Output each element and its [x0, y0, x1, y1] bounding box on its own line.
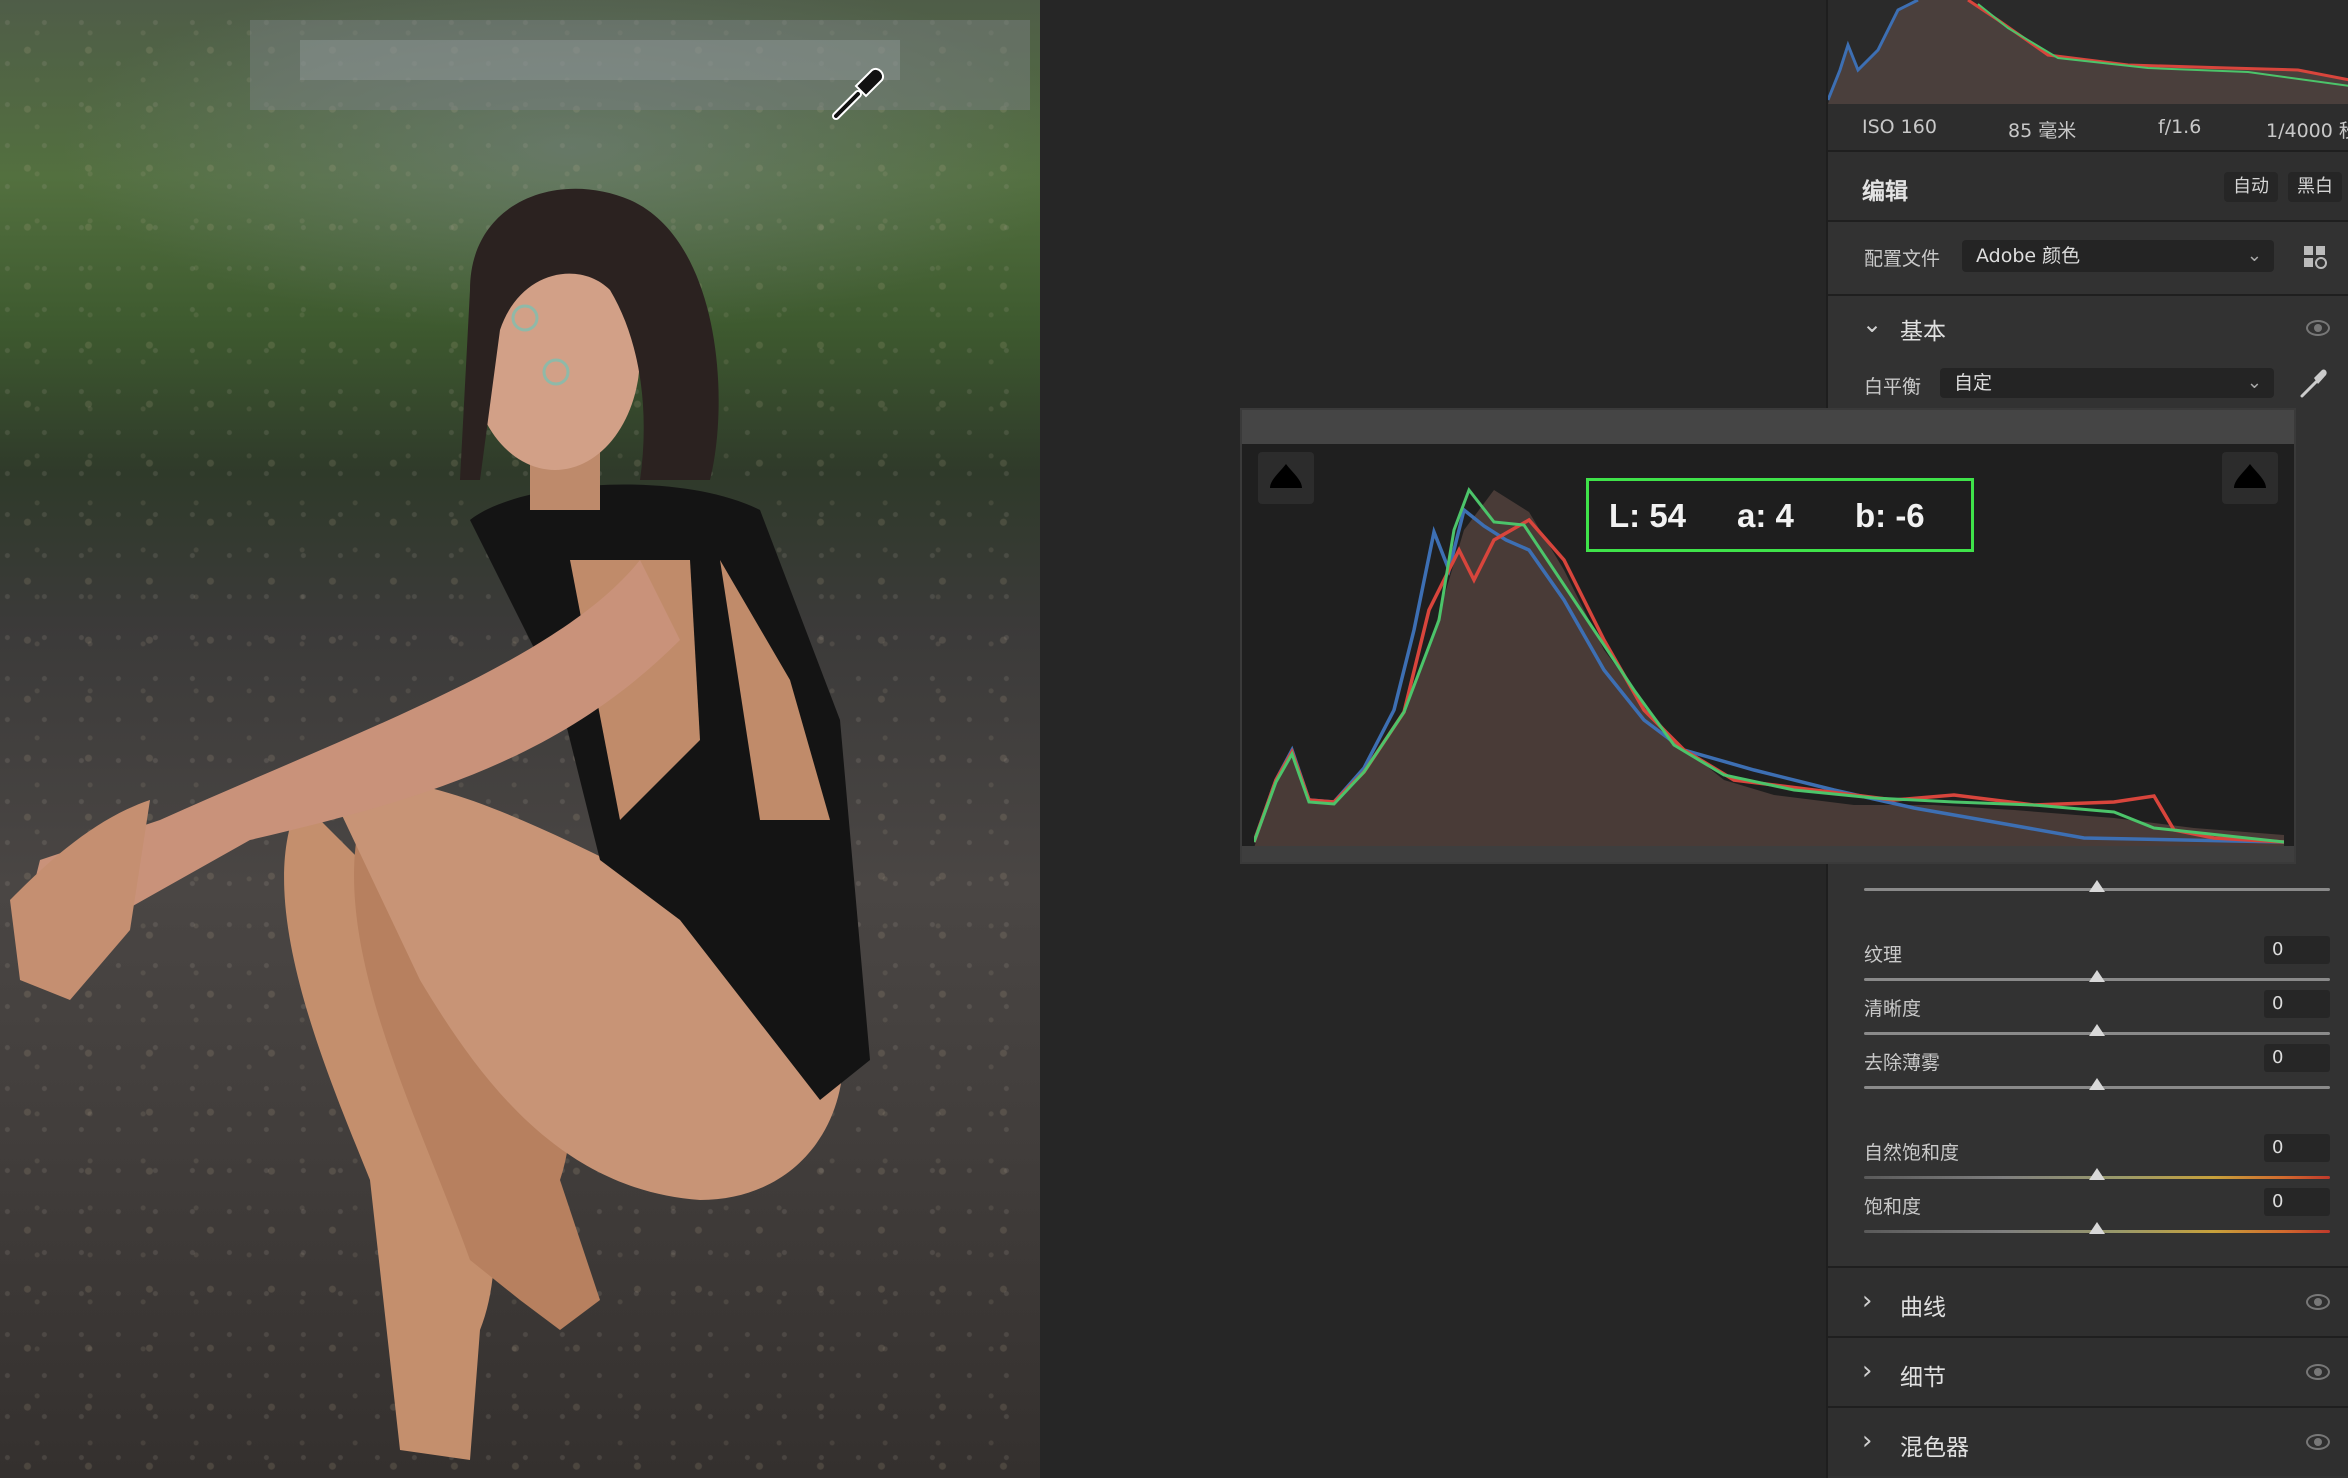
- profile-dropdown[interactable]: Adobe 颜色 ⌄: [1962, 240, 2274, 272]
- focal-length-text: 85 毫米: [2008, 120, 2077, 142]
- white-balance-eyedropper-icon[interactable]: [2298, 368, 2328, 400]
- eye-icon[interactable]: [2306, 1364, 2330, 1380]
- chevron-down-icon: ⌄: [1862, 310, 1883, 338]
- histogram-top-bar: [1242, 410, 2294, 444]
- slider-label: 自然饱和度: [1864, 1142, 1960, 1164]
- slider-label: 去除薄雾: [1864, 1052, 1941, 1074]
- slider-thumb[interactable]: [2089, 1024, 2105, 1036]
- slider-label: 清晰度: [1864, 998, 1922, 1020]
- lab-a-value: a: 4: [1737, 497, 1794, 534]
- slider-row[interactable]: 饱和度 0: [1828, 1188, 2348, 1252]
- chevron-right-icon: ›: [1862, 1286, 1873, 1316]
- auto-button[interactable]: 自动: [2224, 172, 2278, 202]
- eyedropper-cursor-icon: [832, 68, 884, 120]
- slider-thumb[interactable]: [2089, 970, 2105, 982]
- photo-canvas[interactable]: [0, 0, 1040, 1478]
- slider-value-field[interactable]: 0: [2264, 936, 2330, 964]
- edit-header: 编辑 自动 黑白: [1828, 152, 2348, 222]
- histogram-bottom-bar: [1242, 846, 2294, 862]
- slider-thumb[interactable]: [2089, 1078, 2105, 1090]
- bw-button[interactable]: 黑白: [2288, 172, 2342, 202]
- slider-label: 纹理: [1864, 944, 1903, 966]
- curves-title: 曲线: [1900, 1295, 1946, 1321]
- eye-icon[interactable]: [2306, 320, 2330, 336]
- chevron-down-icon: ⌄: [2246, 245, 2262, 266]
- detail-section-header[interactable]: › 细节: [1828, 1336, 2348, 1406]
- profile-label: 配置文件: [1864, 248, 1941, 270]
- slider-value-field[interactable]: 0: [2264, 990, 2330, 1018]
- eye-icon[interactable]: [2306, 1294, 2330, 1310]
- profile-browser-icon[interactable]: [2302, 244, 2330, 272]
- profile-value: Adobe 颜色: [1976, 245, 2081, 267]
- slider-thumb[interactable]: [2089, 1168, 2105, 1180]
- slider-thumb[interactable]: [2089, 1222, 2105, 1234]
- slider-value-field[interactable]: 0: [2264, 1188, 2330, 1216]
- chevron-right-icon: ›: [1862, 1426, 1873, 1456]
- slider-value-field[interactable]: 0: [2264, 1134, 2330, 1162]
- slider-label: 饱和度: [1864, 1196, 1922, 1218]
- slider-thumb[interactable]: [2089, 880, 2105, 892]
- shutter-text: 1/4000 秒: [2266, 120, 2348, 142]
- slider-value-field[interactable]: 0: [2264, 1044, 2330, 1072]
- edit-title: 编辑: [1862, 179, 1908, 205]
- chevron-right-icon: ›: [1862, 1356, 1873, 1386]
- model-photo: [10, 20, 1030, 1460]
- detail-title: 细节: [1900, 1365, 1946, 1391]
- iso-text: ISO 160: [1862, 116, 1937, 138]
- curves-section-header[interactable]: › 曲线: [1828, 1266, 2348, 1336]
- slider-row[interactable]: 去除薄雾 0: [1828, 1044, 2348, 1108]
- camera-info-bar: ISO 160 85 毫米 f/1.6 1/4000 秒: [1828, 104, 2348, 152]
- lab-l-value: L: 54: [1609, 497, 1687, 534]
- color-mixer-title: 混色器: [1900, 1435, 1969, 1461]
- aperture-text: f/1.6: [2158, 116, 2202, 138]
- white-balance-value: 自定: [1954, 372, 1993, 394]
- basic-section-header[interactable]: ⌄ 基本: [1828, 294, 2348, 358]
- lightroom-window: ISO 160 85 毫米 f/1.6 1/4000 秒 编辑 自动 黑白 配置…: [0, 0, 2348, 1478]
- white-balance-dropdown[interactable]: 自定 ⌄: [1940, 368, 2274, 398]
- color-mixer-section-header[interactable]: › 混色器: [1828, 1406, 2348, 1476]
- histogram-overlay[interactable]: [1240, 408, 2296, 864]
- eye-icon[interactable]: [2306, 1434, 2330, 1450]
- lab-readout-box: L: 54 a: 4 b: -6: [1586, 478, 1974, 552]
- panel-histogram: [1826, 0, 2348, 104]
- chevron-down-icon: ⌄: [2246, 372, 2262, 393]
- white-balance-label: 白平衡: [1864, 376, 1922, 398]
- basic-section-title: 基本: [1900, 319, 1946, 345]
- lab-b-value: b: -6: [1855, 497, 1925, 534]
